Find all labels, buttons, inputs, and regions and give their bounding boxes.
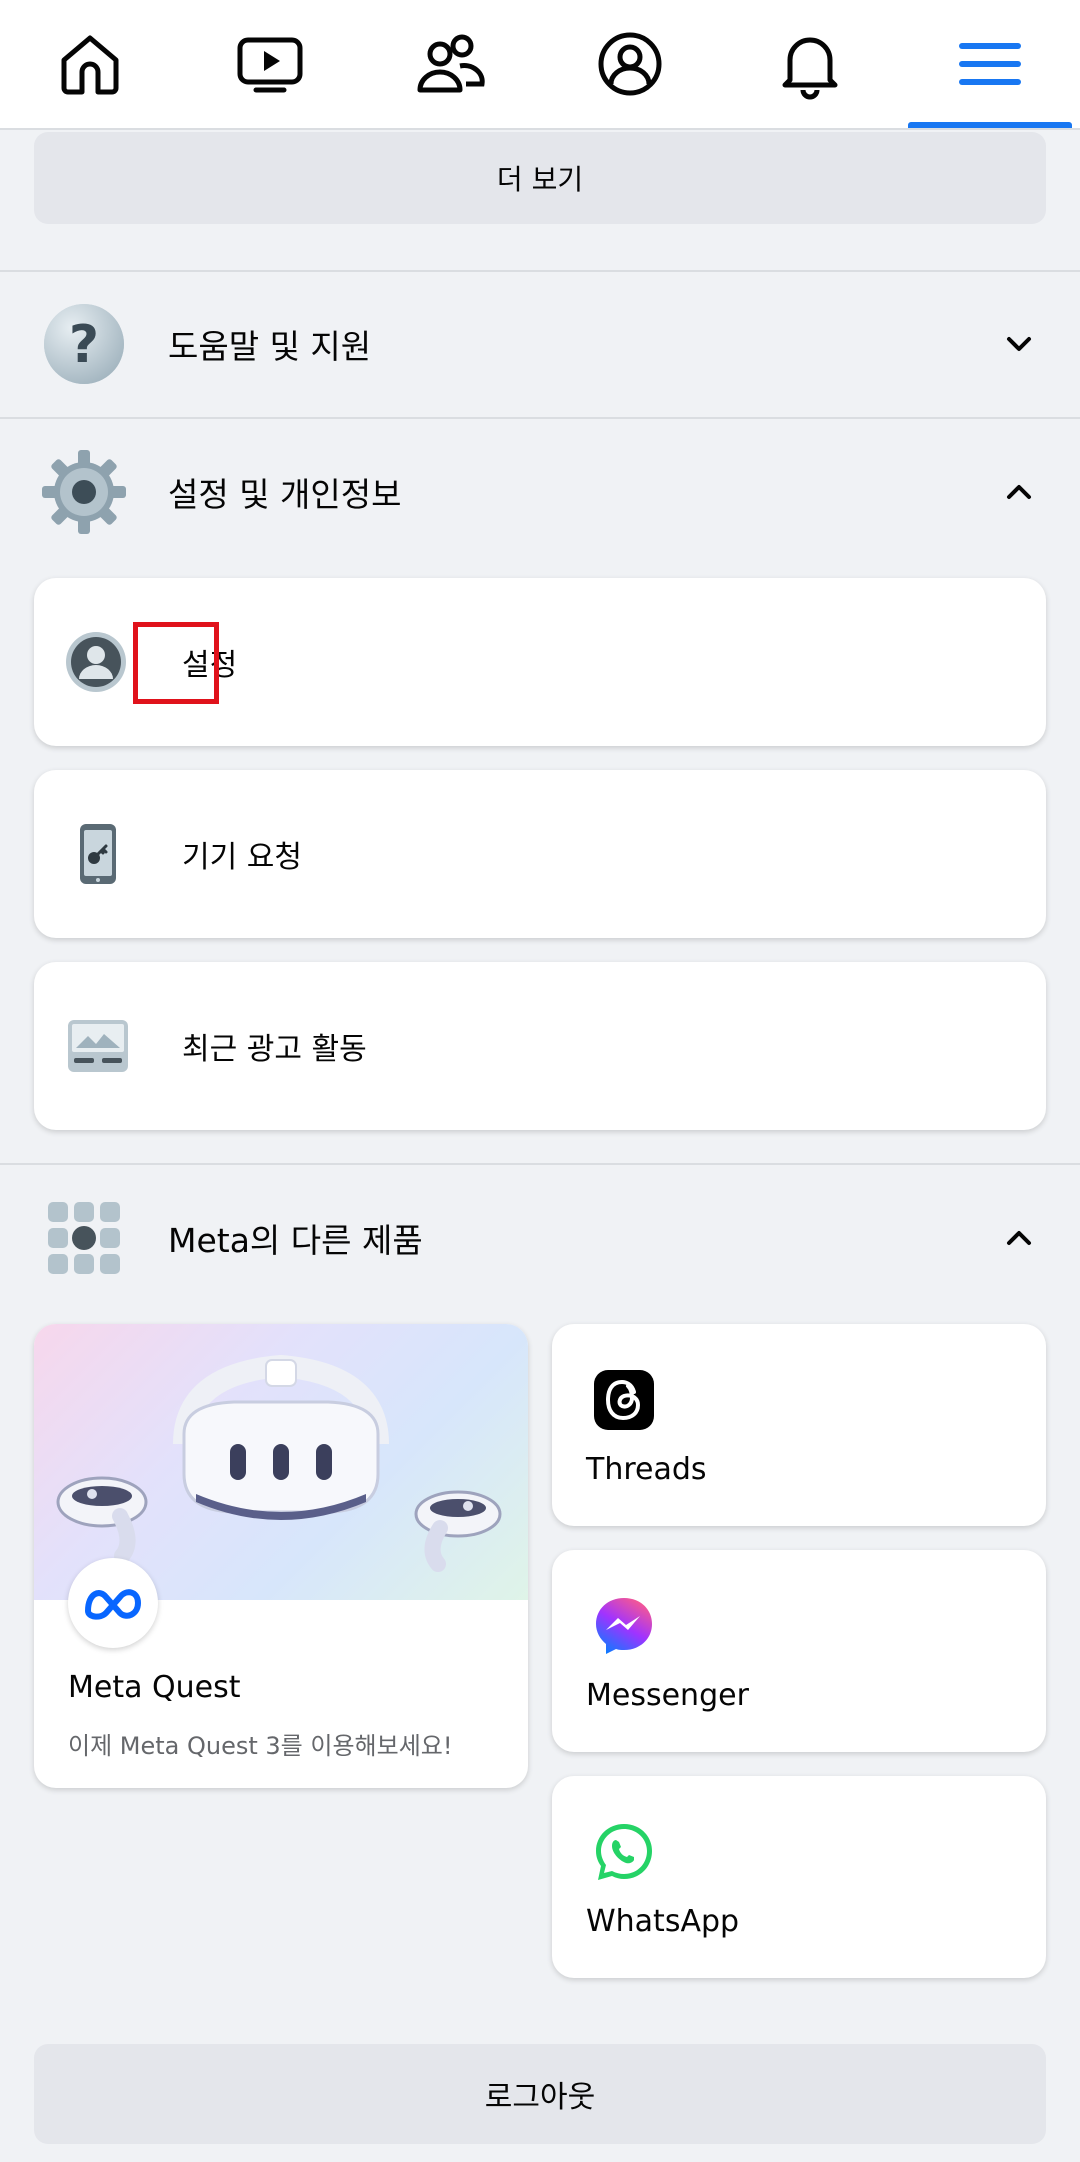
logout-button[interactable]: 로그아웃 (34, 2044, 1046, 2144)
tab-profile[interactable] (540, 0, 720, 128)
gear-icon (42, 450, 126, 534)
settings-item-recent-ad-activity[interactable]: 최근 광고 활동 (34, 962, 1046, 1130)
meta-quest-card[interactable]: Meta Quest 이제 Meta Quest 3를 이용해보세요! (34, 1324, 528, 1788)
meta-logo-icon (85, 1589, 141, 1620)
tab-notifications[interactable] (720, 0, 900, 128)
see-more-button[interactable]: 더 보기 (34, 132, 1046, 224)
app-tile-whatsapp[interactable]: WhatsApp (552, 1776, 1046, 1978)
help-support-label: 도움말 및 지원 (168, 327, 372, 366)
tab-home[interactable] (0, 0, 180, 128)
tab-video[interactable] (180, 0, 360, 128)
app-label: Threads (586, 1452, 707, 1487)
settings-item-label: 최근 광고 활동 (182, 1032, 367, 1067)
video-icon (237, 37, 303, 93)
app-label: WhatsApp (586, 1904, 740, 1939)
friends-icon (417, 34, 485, 93)
meta-products-label: Meta의 다른 제품 (168, 1221, 423, 1260)
svg-text:?: ? (69, 315, 99, 375)
chevron-up-icon (1007, 485, 1031, 499)
home-icon (61, 35, 119, 95)
tab-friends[interactable] (360, 0, 540, 128)
settings-item-device-requests[interactable]: 기기 요청 (34, 770, 1046, 938)
settings-privacy-label: 설정 및 개인정보 (168, 475, 402, 514)
settings-privacy-section[interactable]: 설정 및 개인정보 (0, 422, 1080, 562)
chevron-down-icon (1007, 337, 1031, 351)
meta-quest-title: Meta Quest (68, 1670, 241, 1705)
app-tile-messenger[interactable]: Messenger (552, 1550, 1046, 1752)
ad-activity-icon (68, 1020, 128, 1072)
profile-icon (598, 32, 662, 96)
app-label: Messenger (586, 1678, 749, 1713)
tab-menu[interactable] (900, 0, 1080, 128)
phone-key-icon (80, 824, 116, 884)
bell-icon (782, 37, 838, 100)
menu-icon (959, 43, 1021, 85)
help-support-section[interactable]: ? 도움말 및 지원 (0, 274, 1080, 414)
meta-quest-subtitle: 이제 Meta Quest 3를 이용해보세요! (68, 1732, 453, 1760)
whatsapp-icon (596, 1824, 652, 1880)
apps-grid-icon (48, 1202, 120, 1274)
settings-item-label: 기기 요청 (182, 840, 302, 875)
top-navigation-bar (0, 0, 1080, 130)
meta-products-section[interactable]: Meta의 다른 제품 (0, 1168, 1080, 1308)
meta-logo-badge (68, 1558, 158, 1648)
app-tile-threads[interactable]: Threads (552, 1324, 1046, 1526)
messenger-icon (596, 1598, 652, 1654)
profile-avatar-icon (66, 632, 126, 692)
chevron-up-icon (1007, 1231, 1031, 1245)
question-icon: ? (44, 304, 124, 384)
divider (0, 417, 1080, 419)
threads-icon (594, 1370, 654, 1430)
divider (0, 270, 1080, 272)
highlight-box (133, 622, 219, 704)
divider (0, 1163, 1080, 1165)
